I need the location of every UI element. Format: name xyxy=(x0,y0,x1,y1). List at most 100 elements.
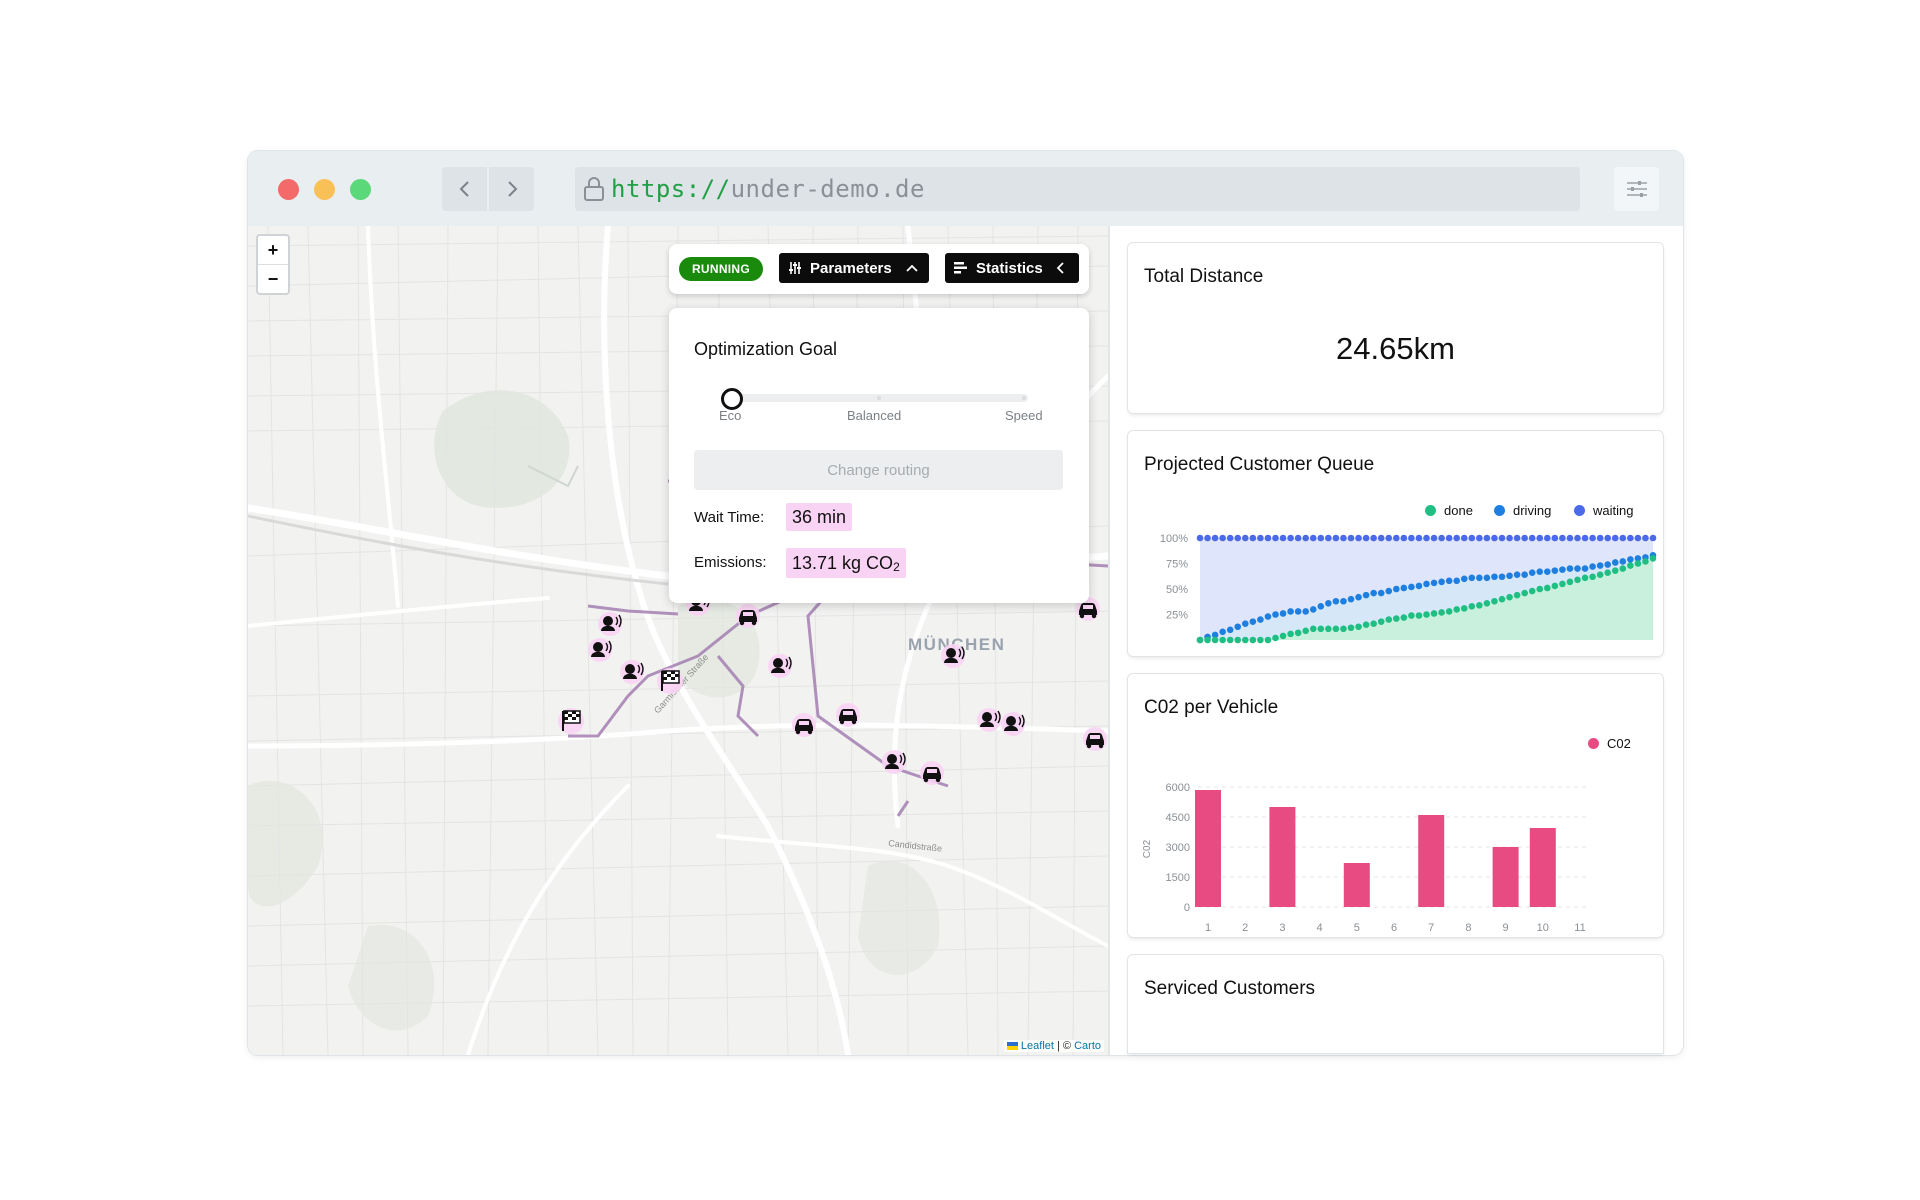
vehicle-marker[interactable] xyxy=(792,713,816,737)
waiting-point xyxy=(1430,534,1438,542)
waiting-point xyxy=(1294,534,1302,542)
done-point xyxy=(1483,599,1491,607)
waiting-point xyxy=(1362,534,1370,542)
legend-item-waiting[interactable]: waiting xyxy=(1574,503,1633,518)
waiting-point xyxy=(1340,534,1347,542)
customer-marker[interactable] xyxy=(1000,711,1026,737)
driving-point xyxy=(1370,589,1377,597)
driving-point xyxy=(1460,575,1468,583)
legend-item-driving[interactable]: driving xyxy=(1494,503,1551,518)
done-point xyxy=(1544,584,1551,592)
driving-point xyxy=(1574,565,1581,572)
change-routing-button[interactable]: Change routing xyxy=(694,450,1063,490)
waiting-point xyxy=(1551,534,1559,542)
driving-point xyxy=(1408,583,1415,591)
leaflet-link[interactable]: Leaflet xyxy=(1021,1040,1054,1052)
bar-chart-horizontal-icon xyxy=(954,262,967,274)
browser-chrome: https://under-demo.de xyxy=(248,151,1683,226)
zoom-out-button[interactable]: − xyxy=(258,265,288,293)
done-point xyxy=(1604,569,1611,576)
driving-point xyxy=(1453,577,1460,585)
done-point xyxy=(1596,571,1604,579)
driving-point xyxy=(1347,595,1355,603)
close-window-icon[interactable] xyxy=(278,179,299,200)
y-tick-label: 100% xyxy=(1160,533,1188,545)
driving-point xyxy=(1513,571,1521,579)
done-point xyxy=(1468,603,1476,610)
zoom-in-button[interactable]: + xyxy=(258,236,288,265)
finish-flag-marker[interactable] xyxy=(557,707,585,735)
back-button[interactable] xyxy=(442,167,487,211)
waiting-point xyxy=(1257,534,1264,542)
slider-label-balanced: Balanced xyxy=(847,408,902,423)
customer-marker[interactable] xyxy=(587,637,613,663)
slider-handle[interactable] xyxy=(721,388,743,410)
driving-point xyxy=(1627,556,1634,563)
attribution-separator: | © xyxy=(1053,1040,1075,1052)
done-point xyxy=(1423,611,1430,618)
carto-link[interactable]: Carto xyxy=(1074,1040,1101,1052)
driving-point xyxy=(1536,568,1544,575)
customer-marker[interactable] xyxy=(976,707,1002,733)
done-point xyxy=(1513,591,1521,599)
done-point xyxy=(1400,614,1408,621)
customer-marker[interactable] xyxy=(767,653,793,679)
y-axis-label: C02 xyxy=(1142,839,1153,858)
waiting-point xyxy=(1347,534,1355,542)
waiting-point xyxy=(1544,534,1551,542)
vehicle-marker[interactable] xyxy=(920,761,944,785)
chevron-left-icon xyxy=(459,181,469,197)
statistics-button[interactable]: Statistics xyxy=(945,253,1079,283)
minimize-window-icon[interactable] xyxy=(314,179,335,200)
x-tick-label: 7 xyxy=(1428,922,1434,934)
finish-flag-marker[interactable] xyxy=(656,667,684,695)
done-point xyxy=(1528,587,1536,595)
maximize-window-icon[interactable] xyxy=(350,179,371,200)
optimization-goal-slider[interactable] xyxy=(732,394,1028,402)
vehicle-marker[interactable] xyxy=(736,604,760,628)
done-point xyxy=(1566,578,1574,586)
sliders-icon xyxy=(1626,181,1647,197)
waiting-point xyxy=(1581,534,1589,542)
driving-point xyxy=(1317,603,1325,610)
customer-queue-card: Projected Customer Queue done driving wa… xyxy=(1128,431,1663,656)
done-point xyxy=(1385,616,1393,623)
done-point xyxy=(1302,627,1309,635)
driving-point xyxy=(1506,572,1513,580)
map-view[interactable]: MÜNCHEN Garmischer Straße Candidstraße +… xyxy=(248,226,1108,1055)
vehicle-marker[interactable] xyxy=(1083,727,1107,751)
driving-point xyxy=(1325,599,1332,607)
driving-point xyxy=(1596,562,1604,569)
waiting-point xyxy=(1604,534,1611,542)
customer-marker[interactable] xyxy=(881,749,907,775)
driving-point xyxy=(1302,608,1309,615)
driving-point xyxy=(1249,618,1257,625)
x-tick-label: 8 xyxy=(1465,922,1471,934)
vehicle-marker[interactable] xyxy=(836,703,860,727)
waiting-point xyxy=(1279,534,1287,542)
driving-point xyxy=(1415,582,1423,590)
forward-button[interactable] xyxy=(489,167,534,211)
waiting-point xyxy=(1385,534,1393,542)
legend-item-done[interactable]: done xyxy=(1425,503,1473,518)
done-point xyxy=(1634,560,1642,567)
address-bar[interactable]: https://under-demo.de xyxy=(575,167,1580,211)
legend-label: done xyxy=(1444,503,1473,518)
driving-point xyxy=(1566,565,1574,572)
driving-point xyxy=(1385,587,1393,595)
waiting-point xyxy=(1211,534,1219,542)
parameters-button[interactable]: Parameters xyxy=(779,253,929,283)
map-attribution: Leaflet | © Carto xyxy=(1003,1040,1104,1052)
done-point xyxy=(1536,585,1544,593)
customer-marker[interactable] xyxy=(619,659,645,685)
zoom-control: + − xyxy=(256,234,290,295)
driving-point xyxy=(1355,593,1362,601)
customer-marker[interactable] xyxy=(940,643,966,669)
panel-title: Optimization Goal xyxy=(694,339,838,359)
waiting-point xyxy=(1438,534,1445,542)
waiting-point xyxy=(1589,534,1596,542)
done-point xyxy=(1294,629,1302,637)
browser-settings-button[interactable] xyxy=(1614,167,1659,211)
customer-marker[interactable] xyxy=(597,611,623,637)
waiting-point xyxy=(1325,534,1332,542)
